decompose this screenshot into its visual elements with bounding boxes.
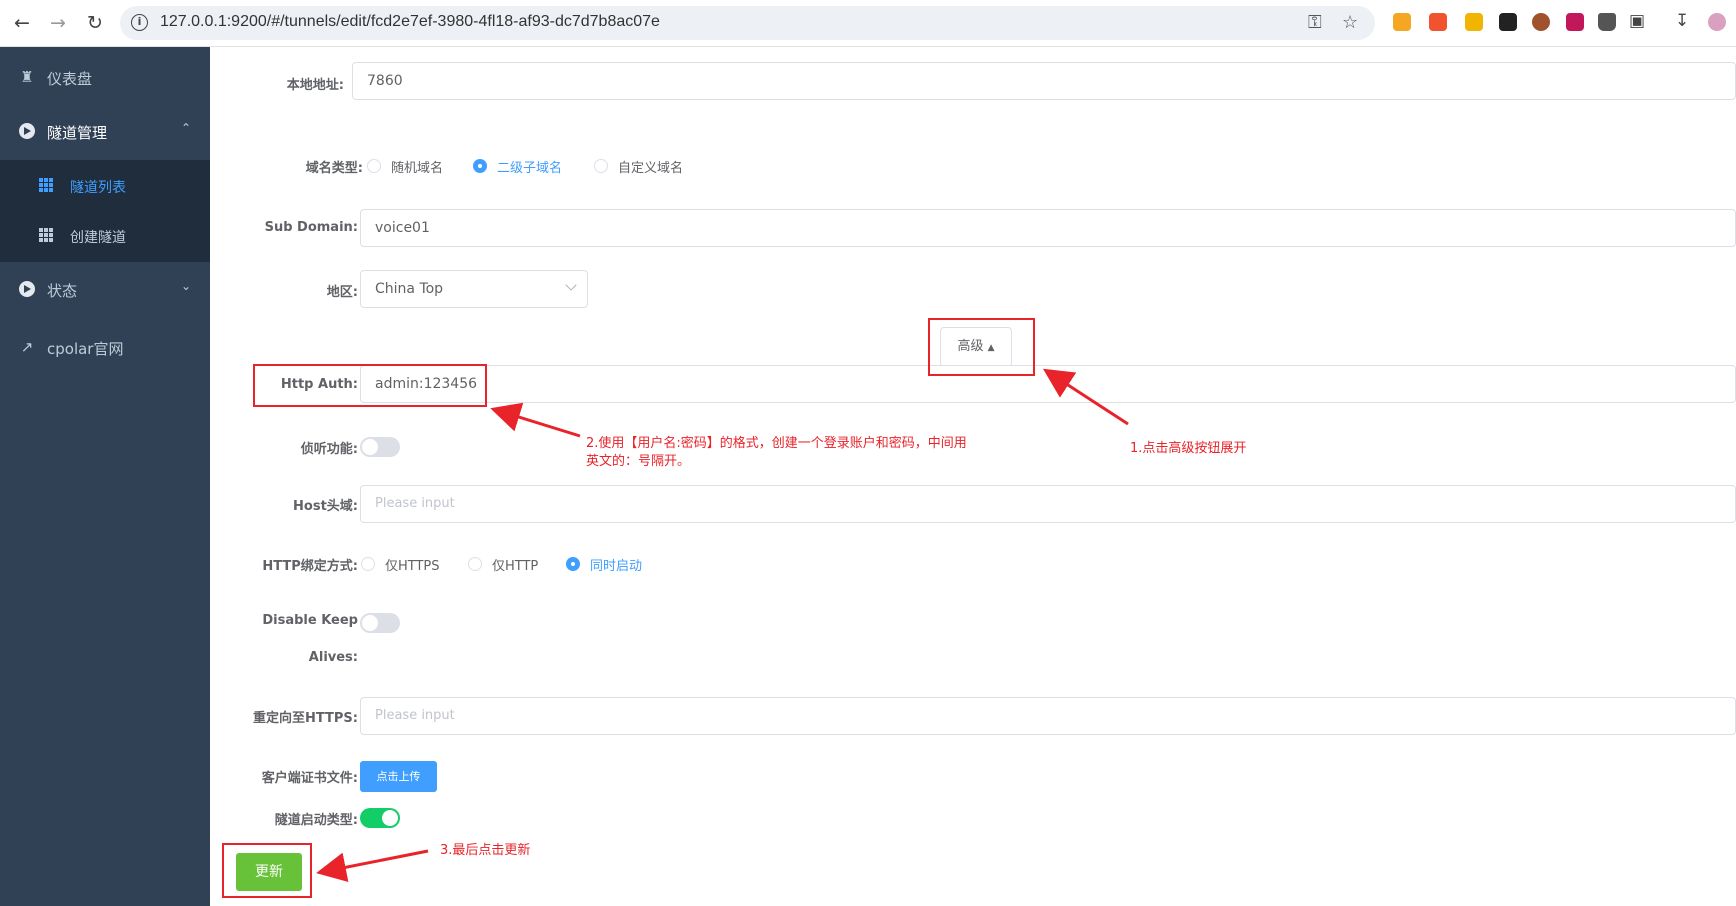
subdomain-label: Sub Domain: — [264, 220, 358, 235]
extension-icon-5[interactable] — [1532, 13, 1550, 31]
sidebar-item-tunnel-list[interactable]: 隧道列表 — [0, 161, 210, 211]
table-icon — [39, 228, 53, 242]
tunnel-start-switch[interactable] — [360, 808, 400, 828]
annotation-note-2-line2: 英文的：号隔开。 — [586, 454, 691, 469]
annotation-box-advanced — [928, 318, 1035, 376]
sidebar-item-dashboard[interactable]: ♜ 仪表盘 — [0, 50, 210, 106]
chevron-down-icon — [565, 279, 577, 291]
redirect-https-label: 重定向至HTTPS: — [252, 711, 358, 726]
sidebar-item-tunnel-management[interactable]: 隧道管理 ⌃ — [0, 104, 210, 160]
site-info-icon[interactable]: i — [131, 14, 148, 31]
chevron-down-icon: ⌄ — [180, 279, 191, 293]
sidebar-item-label: 隧道管理 — [47, 124, 108, 142]
tunnel-start-type-label: 隧道启动类型: — [274, 813, 358, 828]
reload-icon[interactable]: ↻ — [84, 12, 106, 34]
external-link-icon: ↗ — [20, 338, 34, 356]
http-bind-label: HTTP绑定方式: — [262, 559, 358, 574]
extensions-puzzle-icon[interactable]: ▣ — [1629, 11, 1645, 31]
client-cert-label: 客户端证书文件: — [261, 771, 358, 786]
listen-label: 侦听功能: — [300, 442, 358, 457]
extension-icon-1[interactable] — [1393, 13, 1411, 31]
region-label: 地区: — [326, 285, 358, 300]
annotation-note-2-line1: 2.使用【用户名:密码】的格式，创建一个登录账户和密码，中间用 — [586, 436, 967, 451]
sidebar-item-cpolar-site[interactable]: ↗ cpolar官网 — [0, 320, 210, 376]
annotation-note-3: 3.最后点击更新 — [440, 843, 531, 858]
dashboard-icon: ♜ — [20, 68, 34, 86]
listen-switch[interactable] — [360, 437, 400, 457]
sidebar-item-create-tunnel[interactable]: 创建隧道 — [0, 211, 210, 261]
profile-avatar[interactable] — [1708, 13, 1726, 31]
http-auth-input[interactable]: admin:123456 — [360, 365, 1736, 403]
sidebar-item-status[interactable]: 状态 ⌄ — [0, 262, 210, 318]
sidebar: ♜ 仪表盘 隧道管理 ⌃ 隧道列表 创建隧道 状态 ⌄ ↗ cpolar官网 — [0, 47, 210, 906]
password-key-icon[interactable]: ⚿ — [1308, 12, 1322, 33]
browser-toolbar: ← → ↻ i 127.0.0.1:9200/#/tunnels/edit/fc… — [0, 0, 1736, 47]
bookmark-star-icon[interactable]: ☆ — [1342, 12, 1358, 33]
host-header-label: Host头域: — [293, 499, 358, 514]
extension-icon-4[interactable] — [1499, 13, 1517, 31]
http-bind-radio-group: 仅HTTPS 仅HTTP 同时启动 — [361, 554, 681, 574]
subdomain-input[interactable]: voice01 — [360, 209, 1736, 247]
url-text[interactable]: 127.0.0.1:9200/#/tunnels/edit/fcd2e7ef-3… — [160, 13, 660, 31]
upload-button[interactable]: 点击上传 — [360, 761, 437, 792]
sidebar-item-label: 创建隧道 — [70, 230, 126, 246]
disable-keepalive-label: Disable Keep — [262, 613, 358, 628]
forward-icon[interactable]: → — [47, 12, 69, 34]
status-icon — [19, 281, 35, 297]
sidebar-item-label: 隧道列表 — [70, 180, 126, 196]
address-bar[interactable]: i 127.0.0.1:9200/#/tunnels/edit/fcd2e7ef… — [120, 6, 1375, 40]
download-icon[interactable]: ↧ — [1675, 11, 1689, 31]
extension-icon-3[interactable] — [1465, 13, 1483, 31]
table-icon — [39, 178, 53, 192]
sidebar-item-label: 仪表盘 — [47, 70, 93, 88]
local-address-label: 本地地址: — [286, 78, 344, 93]
disable-keepalive-switch[interactable] — [360, 613, 400, 633]
extension-icon-7[interactable] — [1598, 13, 1616, 31]
chevron-up-icon: ⌃ — [180, 121, 191, 135]
host-header-input[interactable]: Please input — [360, 485, 1736, 523]
annotation-note-1: 1.点击高级按钮展开 — [1130, 441, 1247, 456]
extension-icon-2[interactable] — [1429, 13, 1447, 31]
domain-type-label: 域名类型: — [305, 161, 363, 176]
region-select-value: China Top — [375, 281, 444, 297]
annotation-box-http-auth — [253, 364, 487, 407]
sidebar-item-label: 状态 — [47, 282, 78, 300]
back-icon[interactable]: ← — [11, 12, 33, 34]
redirect-https-input[interactable]: Please input — [360, 697, 1736, 735]
disable-keepalive-label-cont: Alives: — [308, 650, 358, 665]
domain-type-radio-group: 随机域名 二级子域名 自定义域名 — [367, 156, 727, 176]
tunnel-submenu: 隧道列表 创建隧道 — [0, 160, 210, 262]
local-address-input[interactable]: 7860 — [352, 62, 1736, 100]
extension-icon-6[interactable] — [1566, 13, 1584, 31]
region-select[interactable]: China Top — [360, 270, 588, 308]
tunnel-edit-form: 本地地址: 7860 域名类型: 随机域名 二级子域名 自定义域名 Sub Do… — [210, 47, 1736, 906]
tunnel-management-icon — [19, 123, 35, 139]
annotation-box-update — [222, 843, 312, 898]
sidebar-item-label: cpolar官网 — [47, 340, 124, 358]
